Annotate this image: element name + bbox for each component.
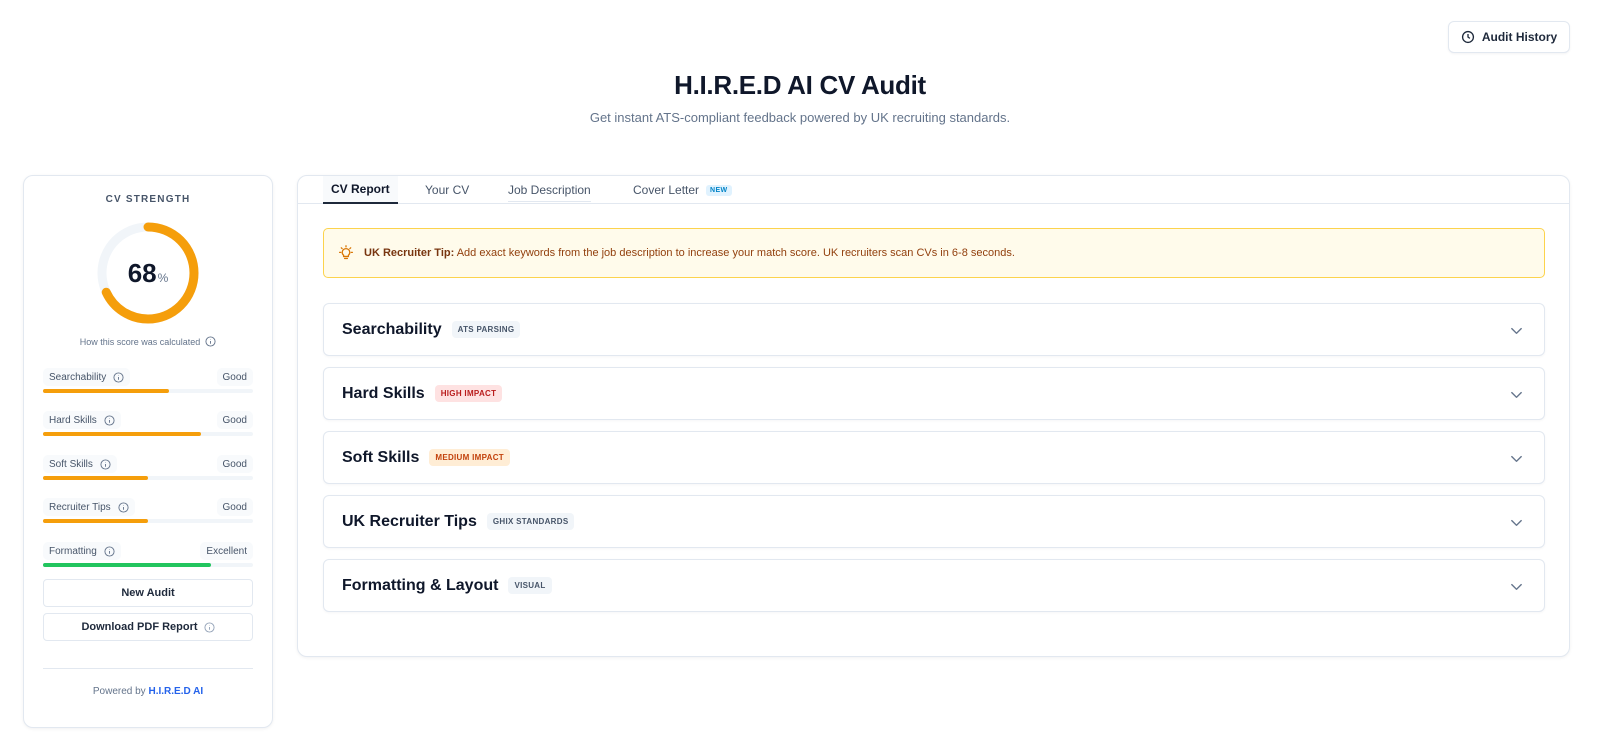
metric-bar (43, 519, 253, 523)
metric-row: Searchability Good (43, 368, 253, 398)
metric-rating: Excellent (200, 542, 253, 560)
audit-history-label: Audit History (1481, 30, 1558, 44)
metric-bar-fill (43, 476, 148, 480)
info-icon[interactable] (100, 458, 111, 470)
metric-row: Soft Skills Good (43, 455, 253, 485)
new-badge: NEW (706, 184, 732, 196)
metric-bar-fill (43, 563, 211, 567)
page-subtitle: Get instant ATS-compliant feedback power… (589, 110, 1011, 125)
info-icon[interactable] (104, 545, 115, 557)
metric-label: Hard Skills (49, 414, 97, 426)
tip-text: UK Recruiter Tip: Add exact keywords fro… (364, 247, 1015, 259)
page-title: H.I.R.E.D AI CV Audit (674, 70, 926, 100)
report-section[interactable]: Formatting & Layout VISUAL (323, 559, 1545, 612)
tab-label: Cover Letter (633, 183, 700, 197)
metric-bar-fill (43, 519, 148, 523)
section-tag: MEDIUM IMPACT (429, 449, 510, 466)
metric-bar (43, 476, 253, 480)
report-section[interactable]: Hard Skills HIGH IMPACT (323, 367, 1545, 420)
section-header: UK Recruiter Tips GHIX STANDARDS (342, 496, 575, 547)
lightbulb-icon (338, 245, 354, 260)
metric-row: Formatting Excellent (43, 542, 253, 572)
tab-label: Your CV (425, 183, 470, 197)
section-header: Soft Skills MEDIUM IMPACT (342, 432, 510, 483)
metric-rating: Good (216, 455, 253, 473)
divider (43, 668, 253, 669)
metric-name: Recruiter Tips (43, 498, 135, 516)
score-label: CV STRENGTH (105, 194, 191, 205)
new-audit-label: New Audit (121, 587, 175, 599)
info-icon[interactable] (204, 621, 215, 633)
report-tabs: CV Report Your CV Job Description Cover … (298, 176, 1569, 204)
metric-bar-fill (43, 432, 201, 436)
info-icon[interactable] (118, 501, 129, 513)
section-title: Hard Skills (342, 384, 425, 402)
metric-label: Soft Skills (49, 458, 93, 470)
score-value: 68 % (96, 221, 200, 325)
chevron-down-icon[interactable] (1509, 387, 1524, 402)
metric-bar (43, 432, 253, 436)
download-pdf-button[interactable]: Download PDF Report (43, 613, 253, 641)
info-icon[interactable] (113, 371, 124, 383)
score-calculation-link[interactable]: How this score was calculated (24, 336, 272, 347)
tab-label: CV Report (331, 182, 390, 196)
tab-your-cv[interactable]: Your CV (425, 176, 469, 204)
metric-label: Formatting (49, 545, 97, 557)
section-tag: GHIX STANDARDS (486, 513, 575, 530)
section-tag: ATS PARSING (451, 321, 521, 338)
tab-cv-report[interactable]: CV Report (323, 176, 398, 204)
audit-history-button[interactable]: Audit History (1448, 21, 1570, 53)
metric-row: Hard Skills Good (43, 411, 253, 441)
section-title: UK Recruiter Tips (342, 512, 477, 530)
chevron-down-icon[interactable] (1509, 579, 1524, 594)
metric-label: Searchability (49, 371, 107, 383)
powered-by: Powered by H.I.R.E.D AI (24, 686, 272, 697)
section-header: Searchability ATS PARSING (342, 304, 521, 355)
section-tag: VISUAL (508, 577, 552, 594)
section-tag: HIGH IMPACT (434, 385, 503, 402)
metric-row: Recruiter Tips Good (43, 498, 253, 528)
section-header: Formatting & Layout VISUAL (342, 560, 552, 611)
tab-label: Job Description (508, 183, 591, 197)
chevron-down-icon[interactable] (1509, 515, 1524, 530)
recruiter-tip-banner: UK Recruiter Tip: Add exact keywords fro… (323, 228, 1545, 278)
tip-body: Add exact keywords from the job descript… (456, 247, 1015, 259)
metric-rating: Good (216, 498, 253, 516)
section-title: Soft Skills (342, 448, 420, 466)
metric-name: Soft Skills (43, 455, 117, 473)
metric-bar-fill (43, 389, 169, 393)
info-icon[interactable] (104, 414, 115, 426)
section-title: Searchability (342, 320, 442, 338)
chevron-down-icon[interactable] (1509, 451, 1524, 466)
metric-bar (43, 389, 253, 393)
metric-rating: Good (216, 411, 253, 429)
report-panel: CV Report Your CV Job Description Cover … (297, 175, 1570, 657)
powered-brand-link[interactable]: H.I.R.E.D AI (148, 686, 203, 697)
metric-name: Searchability (43, 368, 131, 386)
tip-label: UK Recruiter Tip: (364, 247, 455, 259)
metric-name: Hard Skills (43, 411, 121, 429)
clock-icon (1461, 30, 1474, 44)
report-section[interactable]: Soft Skills MEDIUM IMPACT (323, 431, 1545, 484)
metric-rating: Good (216, 368, 253, 386)
metric-name: Formatting (43, 542, 121, 560)
score-number: 68 (127, 257, 157, 288)
powered-prefix: Powered by (92, 686, 146, 697)
score-unit: % (157, 270, 169, 285)
score-card: CV STRENGTH 68 % How this score was calc… (23, 175, 273, 728)
section-header: Hard Skills HIGH IMPACT (342, 368, 503, 419)
section-title: Formatting & Layout (342, 576, 499, 594)
download-pdf-label: Download PDF Report (81, 621, 198, 633)
metric-bar (43, 563, 253, 567)
report-section[interactable]: UK Recruiter Tips GHIX STANDARDS (323, 495, 1545, 548)
tab-job-description[interactable]: Job Description (508, 176, 591, 204)
metric-label: Recruiter Tips (49, 501, 111, 513)
tab-cover-letter[interactable]: Cover Letter NEW (633, 176, 732, 204)
report-section[interactable]: Searchability ATS PARSING (323, 303, 1545, 356)
calc-text: How this score was calculated (79, 336, 201, 347)
new-audit-button[interactable]: New Audit (43, 579, 253, 607)
info-icon[interactable] (205, 336, 216, 347)
chevron-down-icon[interactable] (1509, 323, 1524, 338)
